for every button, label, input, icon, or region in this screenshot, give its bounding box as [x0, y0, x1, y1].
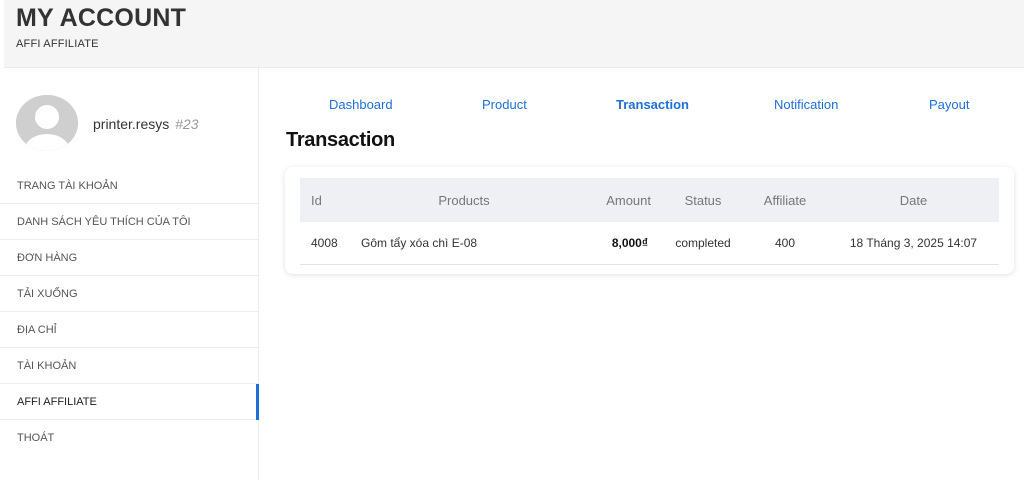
sidebar-item-dashboard[interactable]: TRANG TÀI KHOẢN	[0, 168, 258, 204]
column-header-date: Date	[899, 192, 928, 208]
table-row: 4008 Gôm tẩy xóa chì E-08 8,000₫ complet…	[300, 222, 999, 264]
sidebar-item-logout[interactable]: THOÁT	[0, 420, 258, 456]
tab-notification[interactable]: Notification	[774, 97, 838, 112]
cell-product: Gôm tẩy xóa chì E-08	[361, 235, 478, 250]
column-header-status: Status	[684, 192, 722, 208]
section-title: Transaction	[286, 129, 395, 151]
transactions-card: Id Products Amount Status Affiliate Date…	[285, 167, 1014, 274]
sidebar-item-wishlist[interactable]: DANH SÁCH YÊU THÍCH CỦA TÔI	[0, 204, 258, 240]
avatar	[16, 95, 78, 151]
user-profile: printer.resys #23	[16, 95, 246, 155]
user-id: #23	[175, 116, 199, 132]
sidebar-item-downloads[interactable]: TẢI XUỐNG	[0, 276, 258, 312]
sidebar-item-account-details[interactable]: TÀI KHOẢN	[0, 348, 258, 384]
cell-affiliate: 400	[774, 235, 796, 250]
tab-payout[interactable]: Payout	[929, 97, 969, 112]
sidebar-item-orders[interactable]: ĐƠN HÀNG	[0, 240, 258, 276]
page-title: MY ACCOUNT	[16, 4, 187, 32]
cell-id: 4008	[311, 235, 338, 250]
tab-transaction[interactable]: Transaction	[616, 97, 689, 112]
cell-date: 18 Tháng 3, 2025 14:07	[849, 235, 978, 250]
account-menu: TRANG TÀI KHOẢN DANH SÁCH YÊU THÍCH CỦA …	[0, 168, 259, 456]
column-header-id: Id	[311, 192, 322, 208]
tab-product[interactable]: Product	[482, 97, 527, 112]
username: printer.resys	[93, 116, 170, 132]
main-content: Dashboard Product Transaction Notificati…	[259, 68, 1024, 480]
sidebar-item-addresses[interactable]: ĐỊA CHỈ	[0, 312, 258, 348]
cell-status: completed	[675, 235, 731, 250]
account-sidebar: printer.resys #23 TRANG TÀI KHOẢN DANH S…	[0, 68, 259, 480]
column-header-amount: Amount	[606, 192, 651, 208]
transactions-table: Id Products Amount Status Affiliate Date…	[300, 178, 999, 265]
affiliate-tabs: Dashboard Product Transaction Notificati…	[259, 97, 1024, 117]
tab-dashboard[interactable]: Dashboard	[329, 97, 393, 112]
table-header-row: Id Products Amount Status Affiliate Date	[300, 178, 999, 222]
default-avatar-icon	[16, 95, 78, 151]
page-subtitle: AFFI AFFILIATE	[16, 38, 99, 50]
cell-amount: 8,000₫	[611, 235, 648, 250]
column-header-affiliate: Affiliate	[763, 192, 807, 208]
sidebar-item-affi-affiliate[interactable]: AFFI AFFILIATE	[0, 384, 259, 420]
page-header: MY ACCOUNT AFFI AFFILIATE	[4, 0, 1024, 68]
username-block: printer.resys #23	[93, 116, 199, 132]
column-header-products: Products	[438, 192, 490, 208]
